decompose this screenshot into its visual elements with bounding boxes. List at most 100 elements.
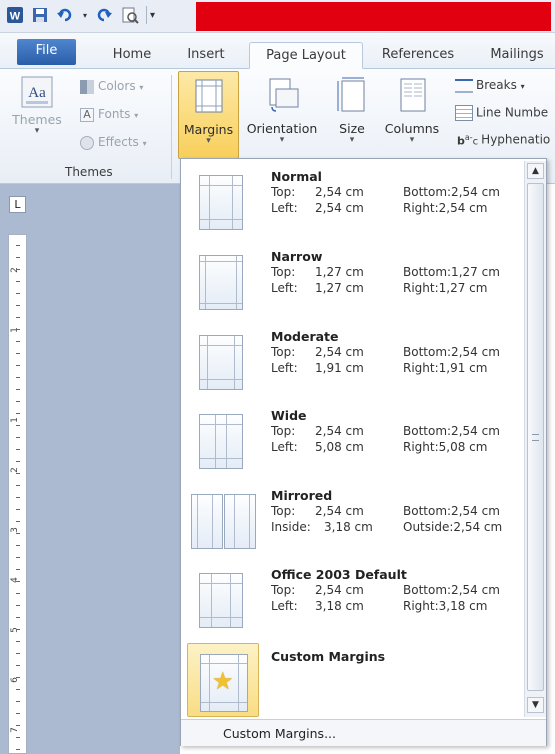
margin-preset-thumbnail bbox=[199, 573, 243, 628]
redo-icon[interactable] bbox=[96, 6, 114, 24]
tab-file[interactable]: File bbox=[17, 39, 76, 65]
gallery-scrollbar[interactable]: ▲ ▼ bbox=[524, 161, 546, 717]
margin-preset-name: Narrow bbox=[271, 249, 323, 264]
ruler-tick bbox=[16, 557, 20, 558]
chevron-down-icon: ▾ bbox=[520, 82, 525, 91]
hyphenation-button[interactable]: ba-c Hyphenatio bbox=[457, 132, 550, 148]
line-numbers-button[interactable]: Line Numbe bbox=[455, 105, 548, 121]
chevron-down-icon: ▾ bbox=[34, 126, 40, 136]
tab-page-layout[interactable]: Page Layout bbox=[249, 42, 363, 69]
margin-preset-name: Mirrored bbox=[271, 488, 333, 503]
margin-label: Top: bbox=[271, 185, 296, 199]
margins-button[interactable]: Margins ▾ bbox=[178, 71, 239, 159]
margin-guide bbox=[212, 495, 213, 548]
margin-label: Left: bbox=[271, 361, 298, 375]
ruler-tick bbox=[16, 509, 20, 510]
ruler-tick bbox=[16, 605, 20, 606]
margin-guide bbox=[230, 574, 231, 627]
margin-preset-item[interactable]: Narrow Top: 1,27 cm Bottom:1,27 cm Left: 1,27… bbox=[185, 241, 524, 319]
margin-preset-item[interactable]: Moderate Top: 2,54 cm Bottom:2,54 cm Left: 1,… bbox=[185, 321, 524, 399]
effects-button[interactable]: Effects ▾ bbox=[80, 135, 147, 150]
print-preview-icon[interactable] bbox=[121, 6, 139, 24]
margin-guide bbox=[232, 176, 233, 229]
scrollbar-thumb[interactable] bbox=[527, 183, 544, 691]
margin-guide bbox=[200, 458, 242, 459]
tab-mailings[interactable]: Mailings bbox=[482, 42, 552, 69]
word-icon[interactable]: W bbox=[6, 6, 24, 24]
document-background bbox=[0, 184, 180, 754]
undo-icon[interactable] bbox=[56, 6, 74, 24]
ruler-tick bbox=[16, 497, 20, 498]
breaks-label: Breaks bbox=[476, 78, 517, 92]
margin-preset-name: Moderate bbox=[271, 329, 339, 344]
margins-dropdown: Normal Top: 2,54 cm Bottom:2,54 cm Left: 2,54… bbox=[180, 158, 547, 746]
ribbon-tabs: File Home Insert Page Layout References … bbox=[0, 33, 555, 69]
ruler-tick bbox=[16, 593, 20, 594]
ruler-tick bbox=[16, 293, 20, 294]
margin-value: 2,54 cm bbox=[315, 185, 364, 199]
mirrored-page-thumbnail bbox=[191, 494, 223, 549]
scroll-up-arrow-icon[interactable]: ▲ bbox=[527, 163, 544, 179]
margin-value: Right:1,91 cm bbox=[403, 361, 488, 375]
breaks-icon bbox=[455, 78, 473, 93]
margin-label: Left: bbox=[271, 281, 298, 295]
margin-preset-item[interactable]: Office 2003 Default Top: 2,54 cm Bottom:2,5… bbox=[185, 559, 524, 637]
colors-label: Colors bbox=[98, 79, 136, 93]
ruler-tick bbox=[16, 533, 20, 534]
margin-preset-thumbnail bbox=[199, 414, 243, 469]
tab-references[interactable]: References bbox=[375, 42, 461, 69]
fonts-button[interactable]: A Fonts ▾ bbox=[80, 107, 138, 122]
ruler-number: 5 bbox=[9, 627, 20, 633]
orientation-button[interactable]: Orientation ▾ bbox=[241, 77, 323, 145]
scroll-down-arrow-icon[interactable]: ▼ bbox=[527, 697, 544, 713]
margin-label: Left: bbox=[271, 599, 298, 613]
colors-button[interactable]: Colors ▾ bbox=[80, 79, 143, 94]
tab-insert[interactable]: Insert bbox=[178, 42, 234, 69]
margin-guide bbox=[234, 495, 235, 548]
margin-preset-item[interactable]: Wide Top: 2,54 cm Bottom:2,54 cm Left: 5,08 c… bbox=[185, 400, 524, 478]
chevron-down-icon: ▾ bbox=[206, 136, 211, 146]
margin-value: 2,54 cm bbox=[315, 583, 364, 597]
margin-label: Top: bbox=[271, 583, 296, 597]
ruler-tick bbox=[16, 269, 20, 270]
ruler-tick bbox=[16, 425, 20, 426]
vertical-ruler[interactable]: 211234567 bbox=[8, 234, 27, 754]
save-icon[interactable] bbox=[31, 6, 49, 24]
ruler-tick bbox=[16, 317, 20, 318]
columns-button[interactable]: Columns ▾ bbox=[381, 77, 443, 145]
hyphenation-icon: ba-c bbox=[457, 133, 479, 148]
margin-label: Top: bbox=[271, 345, 296, 359]
ruler-tick bbox=[16, 713, 20, 714]
margins-icon bbox=[179, 78, 238, 117]
custom-margins-item[interactable]: ★ Custom Margins bbox=[185, 641, 524, 719]
tab-home[interactable]: Home bbox=[104, 42, 160, 69]
mirrored-page-thumbnail bbox=[224, 494, 256, 549]
size-button[interactable]: Size ▾ bbox=[331, 77, 373, 145]
margin-value: 1,91 cm bbox=[315, 361, 364, 375]
ruler-tick bbox=[16, 365, 20, 366]
customize-quick-access-icon[interactable]: ▾ bbox=[146, 6, 158, 24]
custom-margins-footer-item[interactable]: Custom Margins... bbox=[181, 719, 546, 746]
margin-value: Bottom:2,54 cm bbox=[403, 583, 500, 597]
tab-selector[interactable]: L bbox=[9, 196, 26, 213]
ruler-tick bbox=[16, 641, 20, 642]
ruler-tick bbox=[16, 329, 20, 330]
margin-value: Right:1,27 cm bbox=[403, 281, 488, 295]
ruler-number: 2 bbox=[9, 467, 20, 473]
margin-preset-item[interactable]: Normal Top: 2,54 cm Bottom:2,54 cm Left: 2,54… bbox=[185, 161, 524, 239]
margin-label: Top: bbox=[271, 504, 296, 518]
margin-preset-thumbnail bbox=[199, 335, 243, 390]
margin-label: Left: bbox=[271, 201, 298, 215]
themes-button[interactable]: Aa Themes ▾ bbox=[9, 75, 65, 136]
margin-value: Bottom:2,54 cm bbox=[403, 345, 500, 359]
margin-guide bbox=[226, 415, 227, 468]
ruler-tick bbox=[16, 629, 20, 630]
margin-preset-item[interactable]: Mirrored Top: 2,54 cm Bottom:2,54 cm Inside:… bbox=[185, 480, 524, 558]
ruler-tick bbox=[16, 281, 20, 282]
breaks-button[interactable]: Breaks ▾ bbox=[455, 78, 525, 93]
ruler-tick bbox=[16, 461, 20, 462]
chevron-down-icon: ▾ bbox=[139, 83, 144, 92]
margin-value: Bottom:2,54 cm bbox=[403, 185, 500, 199]
undo-dropdown-icon[interactable]: ▾ bbox=[81, 6, 89, 24]
ruler-tick bbox=[16, 305, 20, 306]
